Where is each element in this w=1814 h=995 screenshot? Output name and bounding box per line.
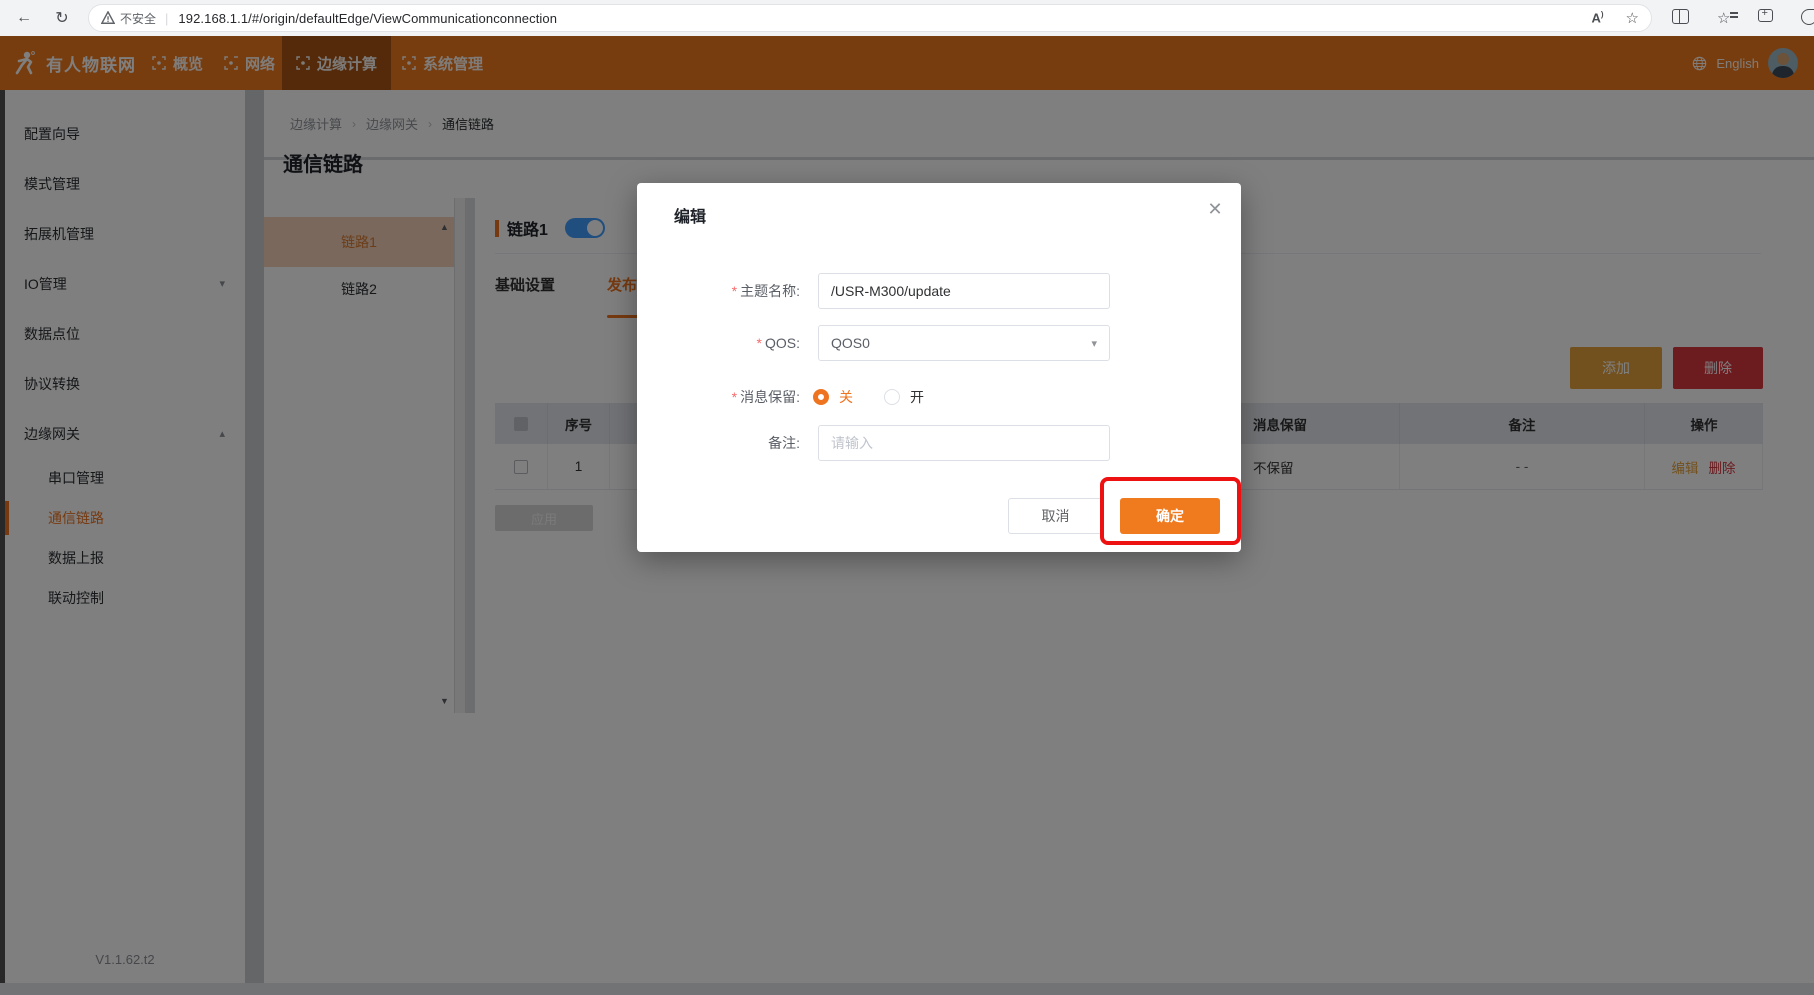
qos-label: *QOS: (637, 325, 800, 361)
remark-label: 备注: (637, 425, 800, 461)
read-aloud-icon[interactable]: A) (1591, 10, 1603, 25)
address-divider: | (165, 11, 168, 26)
address-bar[interactable]: 不安全 | 192.168.1.1/#/origin/defaultEdge/V… (88, 4, 1652, 32)
remark-input[interactable] (818, 425, 1110, 461)
favorites-bar-icon[interactable]: ☆ (1717, 9, 1730, 27)
warning-icon (101, 11, 115, 25)
browser-refresh-button[interactable]: ↻ (50, 6, 74, 30)
confirm-button[interactable]: 确定 (1120, 498, 1220, 534)
browser-back-button[interactable]: ← (12, 6, 36, 30)
chevron-down-icon: ▾ (1091, 337, 1097, 350)
topic-input[interactable] (818, 273, 1110, 309)
radio-retain-off[interactable] (813, 389, 829, 405)
remark-field-row: 备注: (637, 425, 1241, 461)
url-text: 192.168.1.1/#/origin/defaultEdge/ViewCom… (178, 11, 557, 26)
retain-label: *消息保留: (637, 379, 800, 415)
dialog-title: 编辑 (674, 203, 706, 227)
close-icon[interactable]: ✕ (1203, 197, 1227, 221)
browser-extra-icon[interactable] (1801, 9, 1814, 25)
edit-dialog: 编辑 ✕ *主题名称: *QOS: QOS0 ▾ *消息保留: 关 开 备注: … (637, 183, 1241, 552)
browser-chrome: ← ↻ 不安全 | 192.168.1.1/#/origin/defaultEd… (0, 0, 1814, 36)
security-label: 不安全 (120, 10, 156, 27)
favorite-star-icon[interactable]: ☆ (1626, 9, 1639, 27)
collections-icon[interactable] (1758, 9, 1773, 22)
radio-retain-on[interactable] (884, 389, 900, 405)
radio-retain-on-label[interactable]: 开 (910, 387, 924, 407)
qos-selected-value: QOS0 (831, 335, 870, 351)
cancel-button[interactable]: 取消 (1008, 498, 1103, 534)
radio-retain-off-label[interactable]: 关 (839, 387, 853, 407)
retain-field-row: *消息保留: 关 开 (637, 379, 1241, 415)
qos-field-row: *QOS: QOS0 ▾ (637, 325, 1241, 361)
topic-field-row: *主题名称: (637, 273, 1241, 309)
topic-label: *主题名称: (637, 273, 800, 309)
split-screen-icon[interactable] (1672, 9, 1689, 24)
qos-select[interactable]: QOS0 ▾ (818, 325, 1110, 361)
